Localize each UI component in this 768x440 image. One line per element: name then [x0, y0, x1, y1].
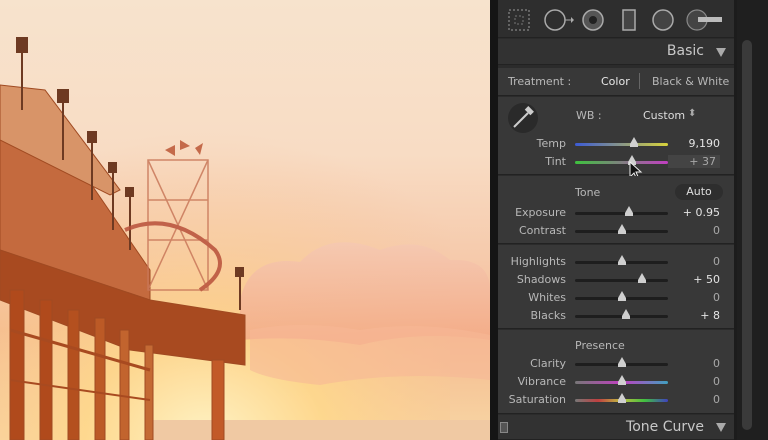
develop-right-panel: Basic Treatment : Color Black & White WB…: [498, 0, 734, 440]
wb-label: WB :: [576, 109, 602, 122]
collapse-triangle-icon[interactable]: [716, 423, 726, 432]
tone-section: Tone Auto Exposure + 0.95 Contrast 0: [498, 176, 734, 244]
redeye-icon[interactable]: [582, 9, 604, 31]
contrast-slider-thumb[interactable]: [618, 224, 626, 234]
saturation-label: Saturation: [508, 393, 566, 406]
saturation-slider-thumb[interactable]: [618, 393, 626, 403]
saturation-value[interactable]: 0: [713, 393, 720, 406]
highlights-label: Highlights: [510, 255, 566, 268]
treatment-color-button[interactable]: Color: [601, 75, 630, 88]
whites-value[interactable]: 0: [713, 291, 720, 304]
wb-eyedropper-button[interactable]: [508, 103, 538, 133]
temp-slider-thumb[interactable]: [630, 137, 638, 147]
temp-value[interactable]: 9,190: [689, 137, 721, 150]
collapse-triangle-icon[interactable]: [716, 48, 726, 57]
vibrance-label: Vibrance: [517, 375, 566, 388]
wb-select[interactable]: Custom: [643, 109, 685, 122]
tool-strip: [498, 0, 734, 38]
eyedropper-icon: [513, 106, 534, 128]
clarity-label: Clarity: [530, 357, 566, 370]
blacks-label: Blacks: [530, 309, 567, 322]
tone-curve-panel-title: Tone Curve: [626, 419, 704, 435]
treatment-label: Treatment :: [508, 75, 572, 88]
shadows-label: Shadows: [516, 273, 566, 286]
temp-label: Temp: [536, 137, 566, 150]
wb-section: WB : Custom ⬍ Temp 9,190 Tint + 37: [498, 97, 734, 181]
contrast-label: Contrast: [518, 224, 566, 237]
tone-label: Tone: [575, 186, 601, 199]
panel-scrollbar[interactable]: [737, 0, 768, 440]
tint-label: Tint: [545, 155, 566, 168]
exposure-value[interactable]: + 0.95: [683, 206, 720, 219]
presence-label: Presence: [575, 339, 625, 352]
blacks-value[interactable]: + 8: [700, 309, 720, 322]
tone-range-section: Highlights 0 Shadows + 50 Whites 0 Black…: [498, 245, 734, 329]
tint-slider[interactable]: [575, 161, 668, 164]
temp-slider[interactable]: [575, 143, 668, 146]
auto-tone-button[interactable]: Auto: [675, 184, 723, 200]
highlights-slider-thumb[interactable]: [618, 255, 626, 265]
tone-curve-panel-header[interactable]: Tone Curve: [498, 415, 734, 440]
highlights-value[interactable]: 0: [713, 255, 720, 268]
contrast-value[interactable]: 0: [713, 224, 720, 237]
basic-panel-title: Basic: [666, 43, 704, 59]
crop-grid-icon[interactable]: [508, 9, 530, 31]
pier-photo: [0, 0, 490, 440]
wb-select-arrows-icon[interactable]: ⬍: [688, 108, 696, 119]
presence-section: Presence Clarity 0 Vibrance 0 Saturation…: [498, 330, 734, 414]
whites-slider-thumb[interactable]: [618, 291, 626, 301]
exposure-slider[interactable]: [575, 212, 668, 215]
treatment-separator: [639, 73, 640, 89]
exposure-slider-thumb[interactable]: [625, 206, 633, 216]
panel-divider[interactable]: [490, 0, 498, 440]
blacks-slider-thumb[interactable]: [622, 309, 630, 319]
whites-label: Whites: [528, 291, 566, 304]
graduated-filter-icon[interactable]: [618, 9, 640, 31]
shadows-slider[interactable]: [575, 279, 668, 282]
panel-switch-icon[interactable]: [500, 422, 508, 433]
clarity-slider-thumb[interactable]: [618, 357, 626, 367]
vibrance-value[interactable]: 0: [713, 375, 720, 388]
photo-canvas[interactable]: [0, 0, 490, 440]
shadows-slider-thumb[interactable]: [638, 273, 646, 283]
shadows-value[interactable]: + 50: [693, 273, 720, 286]
adjustment-brush-icon[interactable]: [686, 9, 726, 31]
scrollbar-thumb[interactable]: [742, 40, 752, 430]
treatment-row: Treatment : Color Black & White: [498, 68, 734, 96]
exposure-label: Exposure: [515, 206, 566, 219]
tint-value[interactable]: + 37: [668, 155, 720, 168]
vibrance-slider-thumb[interactable]: [618, 375, 626, 385]
clarity-value[interactable]: 0: [713, 357, 720, 370]
radial-filter-icon[interactable]: [652, 9, 674, 31]
basic-panel-header[interactable]: Basic: [498, 39, 734, 65]
spot-removal-icon[interactable]: [544, 9, 574, 31]
treatment-bw-button[interactable]: Black & White: [652, 75, 729, 88]
